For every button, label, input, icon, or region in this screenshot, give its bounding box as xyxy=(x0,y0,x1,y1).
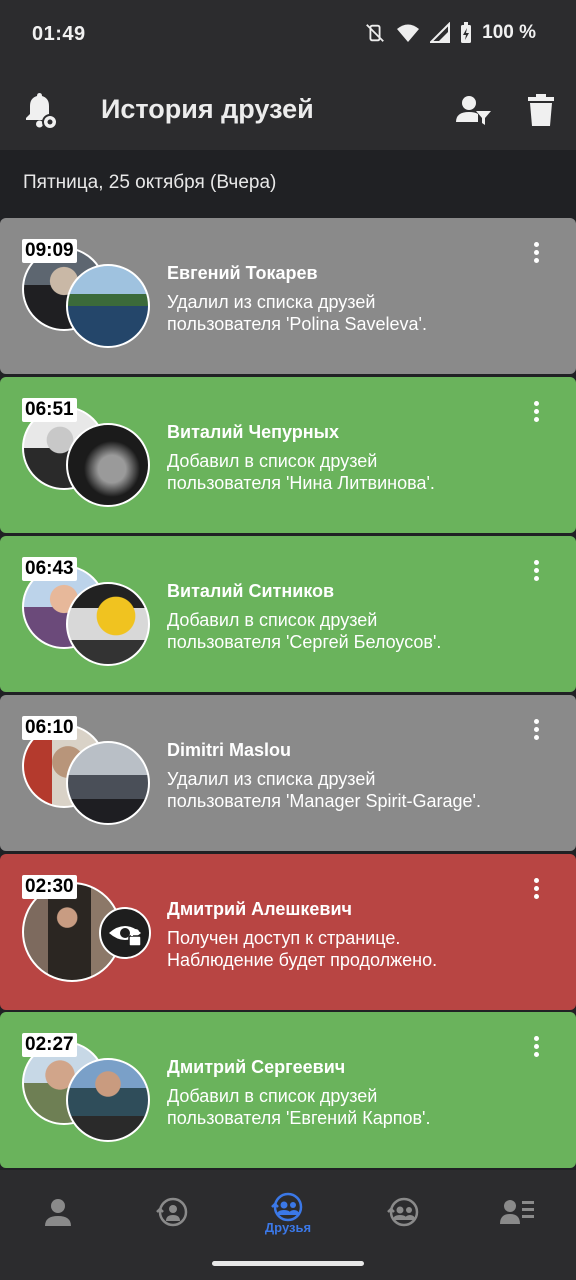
card-action-text: Удалил из списка друзей xyxy=(167,292,376,312)
card-description: Добавил в список друзей пользователя 'Ев… xyxy=(167,1085,547,1129)
app-bar: История друзей xyxy=(0,70,576,150)
card-status-text: Получен доступ к странице. xyxy=(167,928,401,948)
card-description: Удалил из списка друзей пользователя 'Ma… xyxy=(167,768,547,812)
time-badge: 06:10 xyxy=(22,716,77,740)
list-person-icon[interactable] xyxy=(488,1192,548,1242)
time-badge: 02:30 xyxy=(22,875,77,899)
card-status-subtext: Наблюдение будет продолжено. xyxy=(167,950,438,970)
time-badge: 09:09 xyxy=(22,239,77,263)
status-time: 01:49 xyxy=(32,23,86,45)
card-user-name: Евгений Токарев xyxy=(167,263,318,283)
friend-avatar[interactable] xyxy=(66,264,150,348)
card-description: Добавил в список друзей пользователя 'Се… xyxy=(167,609,547,653)
card-action-text: Добавил в список друзей xyxy=(167,610,378,630)
card-target-text: пользователя 'Евгений Карпов'. xyxy=(167,1108,431,1128)
time-badge: 06:43 xyxy=(22,557,77,581)
history-card[interactable]: 02:27 Дмитрий Сергеевич Добавил в список… xyxy=(0,1012,576,1168)
friend-avatar[interactable] xyxy=(66,423,150,507)
card-user-name: Виталий Чепурных xyxy=(167,422,340,442)
time-badge: 06:51 xyxy=(22,398,77,422)
more-options-icon[interactable] xyxy=(526,876,546,904)
card-user-name: Дмитрий Сергеевич xyxy=(167,1057,346,1077)
history-card[interactable]: 06:10 Dimitri Maslou Удалил из списка др… xyxy=(0,695,576,851)
monitoring-badge xyxy=(99,907,151,959)
card-user-name: Виталий Ситников xyxy=(167,581,335,601)
status-icons: 100 % xyxy=(364,22,536,44)
card-target-text: пользователя 'Нина Литвинова'. xyxy=(167,473,435,493)
notification-settings-icon[interactable] xyxy=(22,92,60,130)
signal-icon xyxy=(430,22,451,43)
vibrate-off-icon xyxy=(366,24,385,42)
card-target-text: пользователя 'Manager Spirit-Garage'. xyxy=(167,791,481,811)
gesture-home-bar[interactable] xyxy=(212,1261,364,1266)
wifi-icon xyxy=(397,24,420,42)
status-bar: 01:49 100 % xyxy=(0,0,576,70)
friend-avatar[interactable] xyxy=(66,741,150,825)
card-description: Удалил из списка друзей пользователя 'Po… xyxy=(167,291,547,335)
history-card[interactable]: 06:43 Виталий Ситников Добавил в список … xyxy=(0,536,576,692)
group-history-icon[interactable] xyxy=(374,1192,434,1242)
more-options-icon[interactable] xyxy=(526,240,546,268)
card-description: Получен доступ к странице. Наблюдение бу… xyxy=(167,927,547,971)
more-options-icon[interactable] xyxy=(526,558,546,586)
more-options-icon[interactable] xyxy=(526,1034,546,1062)
time-badge: 02:27 xyxy=(22,1033,77,1057)
card-action-text: Удалил из списка друзей xyxy=(167,769,376,789)
card-user-name: Дмитрий Алешкевич xyxy=(167,899,352,919)
battery-percent: 100 % xyxy=(482,22,536,43)
more-options-icon[interactable] xyxy=(526,717,546,745)
more-options-icon[interactable] xyxy=(526,399,546,427)
history-card[interactable]: 02:30 Дмитрий Алешкевич Получен доступ к… xyxy=(0,854,576,1010)
eye-lock-icon xyxy=(109,926,142,947)
date-header: Пятница, 25 октября (Вчера) xyxy=(0,150,576,216)
bottom-navigation: Друзья xyxy=(0,1170,576,1280)
friend-avatar[interactable] xyxy=(66,1058,150,1142)
history-card[interactable]: 09:09 Евгений Токарев Удалил из списка д… xyxy=(0,218,576,374)
card-action-text: Добавил в список друзей xyxy=(167,1086,378,1106)
card-target-text: пользователя 'Polina Saveleva'. xyxy=(167,314,427,334)
card-action-text: Добавил в список друзей xyxy=(167,451,378,471)
card-target-text: пользователя 'Сергей Белоусов'. xyxy=(167,632,442,652)
friend-filter-icon[interactable] xyxy=(456,94,492,126)
battery-icon xyxy=(461,22,472,43)
card-user-name: Dimitri Maslou xyxy=(167,740,292,760)
date-header-label: Пятница, 25 октября (Вчера) xyxy=(23,172,277,193)
page-title: История друзей xyxy=(101,94,314,124)
friend-avatar[interactable] xyxy=(66,582,150,666)
delete-icon[interactable] xyxy=(527,94,555,126)
history-card[interactable]: 06:51 Виталий Чепурных Добавил в список … xyxy=(0,377,576,533)
card-description: Добавил в список друзей пользователя 'Ни… xyxy=(167,450,547,494)
